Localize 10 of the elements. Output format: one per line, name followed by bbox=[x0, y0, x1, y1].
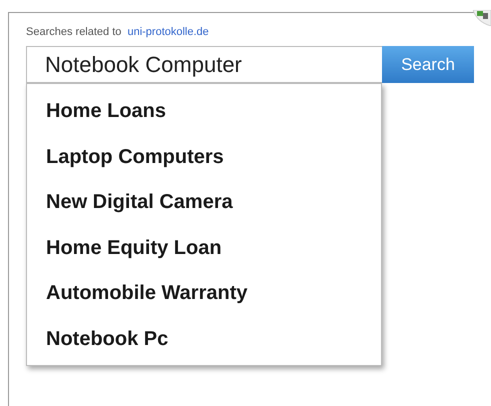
site-link[interactable]: uni-protokolle.de bbox=[127, 26, 209, 38]
ad-corner-icon bbox=[473, 10, 491, 26]
search-field[interactable]: Notebook Computer bbox=[26, 46, 382, 83]
suggestion-item[interactable]: New Digital Camera bbox=[27, 180, 381, 226]
suggestion-item[interactable]: Automobile Warranty bbox=[27, 271, 381, 316]
related-label: Searches related to bbox=[26, 26, 122, 38]
suggestion-item[interactable]: Home Equity Loan bbox=[27, 226, 381, 271]
suggestion-item[interactable]: Home Loans bbox=[27, 89, 381, 134]
suggestion-item[interactable]: Laptop Computers bbox=[27, 134, 381, 180]
suggestion-item[interactable]: Notebook Pc bbox=[27, 316, 381, 362]
